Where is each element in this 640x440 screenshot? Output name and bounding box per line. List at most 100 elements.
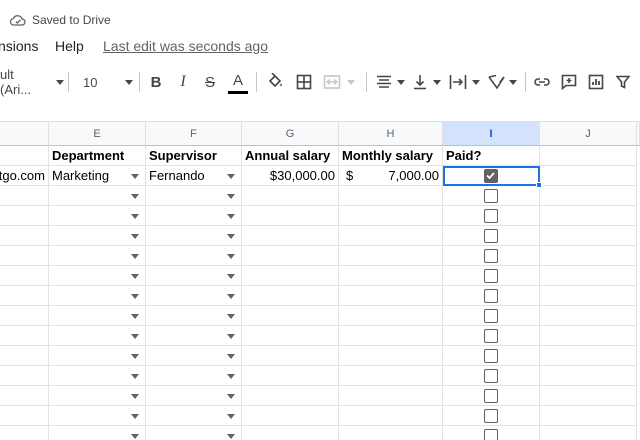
cell[interactable] (49, 186, 146, 206)
bold-button[interactable]: B (146, 64, 166, 100)
dropdown-arrow-icon[interactable] (131, 394, 139, 399)
cell[interactable] (540, 386, 637, 406)
paid-checkbox[interactable] (484, 209, 498, 223)
cell[interactable] (0, 226, 49, 246)
paid-checkbox[interactable] (484, 369, 498, 383)
dropdown-arrow-icon[interactable] (227, 294, 235, 299)
borders-button[interactable] (293, 64, 315, 100)
cell[interactable] (339, 226, 443, 246)
dropdown-arrow-icon[interactable] (227, 234, 235, 239)
cell[interactable] (49, 306, 146, 326)
cell[interactable] (443, 186, 540, 206)
dropdown-arrow-icon[interactable] (131, 354, 139, 359)
cell[interactable] (540, 246, 637, 266)
cell-department[interactable]: Marketing (49, 166, 146, 186)
dropdown-arrow-icon[interactable] (227, 274, 235, 279)
dropdown-arrow-icon[interactable] (227, 354, 235, 359)
dropdown-arrow-icon[interactable] (131, 294, 139, 299)
cell[interactable] (49, 226, 146, 246)
merge-cells-button[interactable] (321, 64, 357, 100)
cell[interactable] (49, 326, 146, 346)
cell[interactable] (242, 246, 339, 266)
cell[interactable] (339, 386, 443, 406)
cell[interactable] (0, 246, 49, 266)
cell[interactable] (540, 206, 637, 226)
cell[interactable] (540, 286, 637, 306)
cell[interactable] (0, 266, 49, 286)
paid-checkbox[interactable] (484, 269, 498, 283)
cell[interactable] (540, 346, 637, 366)
text-rotation-button[interactable] (485, 64, 519, 100)
cell[interactable] (339, 246, 443, 266)
cell-monthly-salary[interactable]: $ 7,000.00 (339, 166, 443, 186)
dropdown-arrow-icon[interactable] (131, 214, 139, 219)
cell-email[interactable]: tgo.com (0, 166, 49, 186)
menu-help[interactable]: Help (55, 38, 84, 54)
cell[interactable] (443, 306, 540, 326)
dropdown-arrow-icon[interactable] (227, 254, 235, 259)
fill-color-button[interactable] (264, 64, 286, 100)
cell[interactable] (0, 426, 49, 440)
cell-paid-header[interactable]: Paid? (443, 146, 540, 166)
insert-link-button[interactable] (531, 64, 553, 100)
paid-checkbox[interactable] (484, 189, 498, 203)
paid-checkbox[interactable] (484, 229, 498, 243)
cell[interactable] (146, 326, 242, 346)
cell[interactable] (339, 366, 443, 386)
fill-handle[interactable] (536, 182, 542, 188)
dropdown-arrow-icon[interactable] (227, 394, 235, 399)
cell[interactable] (242, 306, 339, 326)
dropdown-arrow-icon[interactable] (227, 374, 235, 379)
cell[interactable] (0, 346, 49, 366)
dropdown-arrow-icon[interactable] (131, 434, 139, 439)
horizontal-align-button[interactable] (374, 64, 406, 100)
cell[interactable] (49, 406, 146, 426)
cell[interactable] (0, 386, 49, 406)
cell[interactable] (540, 326, 637, 346)
cell[interactable] (443, 426, 540, 440)
column-header-e[interactable]: E (49, 122, 146, 146)
cell-annual-salary[interactable]: $30,000.00 (242, 166, 339, 186)
cell[interactable] (443, 206, 540, 226)
cell[interactable] (443, 226, 540, 246)
cell[interactable] (540, 266, 637, 286)
cell[interactable] (146, 406, 242, 426)
cell[interactable] (540, 406, 637, 426)
cell[interactable] (339, 186, 443, 206)
cell[interactable] (443, 326, 540, 346)
cell[interactable] (0, 406, 49, 426)
cell[interactable] (242, 206, 339, 226)
dropdown-arrow-icon[interactable] (131, 234, 139, 239)
paid-checkbox[interactable] (484, 309, 498, 323)
dropdown-arrow-icon[interactable] (227, 334, 235, 339)
cell[interactable] (443, 266, 540, 286)
cell[interactable] (443, 366, 540, 386)
cell[interactable] (146, 286, 242, 306)
cell[interactable] (146, 206, 242, 226)
cell[interactable] (242, 326, 339, 346)
dropdown-arrow-icon[interactable] (131, 374, 139, 379)
cell[interactable] (146, 186, 242, 206)
paid-checkbox[interactable] (484, 409, 498, 423)
cell-monthly-salary-header[interactable]: Monthly salary (339, 146, 443, 166)
cell[interactable] (146, 346, 242, 366)
paid-checkbox[interactable] (484, 349, 498, 363)
cell-annual-salary-header[interactable]: Annual salary (242, 146, 339, 166)
column-header-d[interactable] (0, 122, 49, 146)
paid-checkbox[interactable] (484, 249, 498, 263)
cell[interactable] (242, 426, 339, 440)
cell[interactable] (540, 366, 637, 386)
cell[interactable] (0, 326, 49, 346)
cell[interactable] (0, 286, 49, 306)
cell[interactable] (339, 406, 443, 426)
cell[interactable] (146, 386, 242, 406)
cell[interactable] (242, 346, 339, 366)
cell[interactable] (0, 206, 49, 226)
insert-comment-button[interactable] (558, 64, 580, 100)
cell[interactable] (339, 206, 443, 226)
cell[interactable] (242, 406, 339, 426)
cell[interactable] (443, 346, 540, 366)
column-header-f[interactable]: F (146, 122, 242, 146)
text-color-button[interactable]: A (226, 64, 250, 100)
cell[interactable] (540, 186, 637, 206)
